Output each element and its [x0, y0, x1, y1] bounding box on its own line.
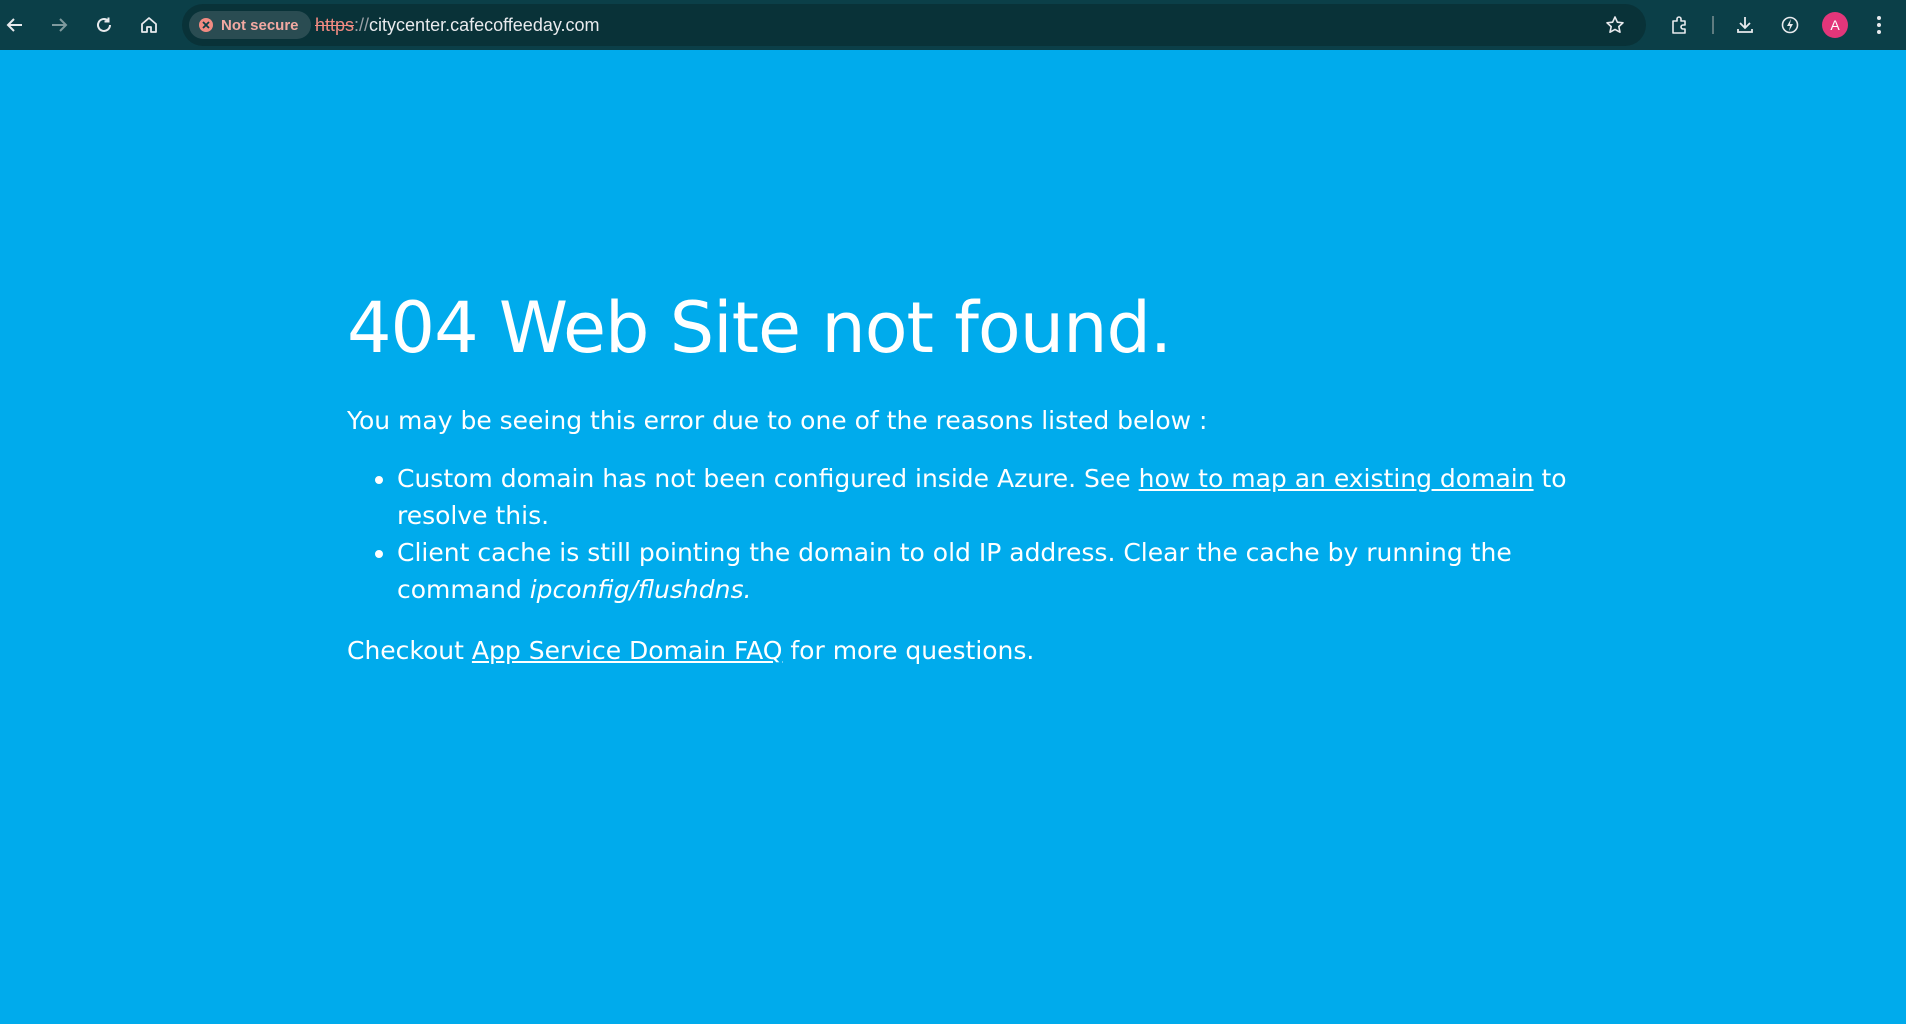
intro-text: You may be seeing this error due to one … [347, 406, 1208, 435]
extensions-icon [1672, 16, 1686, 34]
back-button[interactable] [0, 7, 33, 43]
page-title: 404 Web Site not found. [347, 287, 1172, 369]
home-icon [141, 17, 157, 33]
faq-suffix: for more questions. [782, 636, 1035, 665]
map-domain-link[interactable]: how to map an existing domain [1139, 464, 1534, 493]
list-item: Custom domain has not been configured in… [397, 460, 1567, 534]
url-scheme: https [315, 15, 355, 35]
reason-text: Custom domain has not been configured in… [397, 464, 1139, 493]
security-indicator[interactable]: Not secure [189, 11, 311, 39]
reasons-list: Custom domain has not been configured in… [347, 460, 1567, 608]
back-icon [6, 18, 22, 32]
download-icon [1737, 17, 1753, 33]
browser-toolbar: Not secure https://citycenter.cafecoffee… [0, 0, 1906, 50]
security-label: Not secure [221, 16, 299, 34]
list-item: Client cache is still pointing the domai… [397, 534, 1567, 608]
extensions-button[interactable] [1662, 7, 1698, 43]
star-icon [1606, 16, 1624, 33]
faq-prefix: Checkout [347, 636, 472, 665]
reload-icon [97, 17, 111, 32]
menu-button[interactable] [1861, 7, 1897, 43]
toolbar-divider [1712, 16, 1714, 34]
performance-icon [1781, 16, 1799, 34]
performance-button[interactable] [1772, 7, 1808, 43]
address-bar[interactable]: Not secure https://citycenter.cafecoffee… [182, 4, 1646, 46]
faq-text: Checkout App Service Domain FAQ for more… [347, 634, 1567, 668]
error-content: 404 Web Site not found. You may be seein… [347, 278, 1567, 668]
faq-link[interactable]: App Service Domain FAQ [472, 636, 783, 665]
home-button[interactable] [131, 7, 167, 43]
menu-icon [1877, 16, 1881, 34]
downloads-button[interactable] [1727, 7, 1763, 43]
forward-button[interactable] [41, 7, 77, 43]
url-host: citycenter.cafecoffeeday.com [369, 15, 600, 35]
profile-avatar[interactable]: A [1822, 12, 1848, 38]
bookmark-button[interactable] [1597, 7, 1633, 43]
url-text[interactable]: https://citycenter.cafecoffeeday.com [315, 4, 600, 46]
url-separator: :// [354, 15, 370, 35]
warning-icon [199, 18, 213, 32]
reload-button[interactable] [86, 7, 122, 43]
flushdns-command: ipconfig/flushdns. [529, 575, 752, 604]
forward-icon [52, 18, 68, 32]
